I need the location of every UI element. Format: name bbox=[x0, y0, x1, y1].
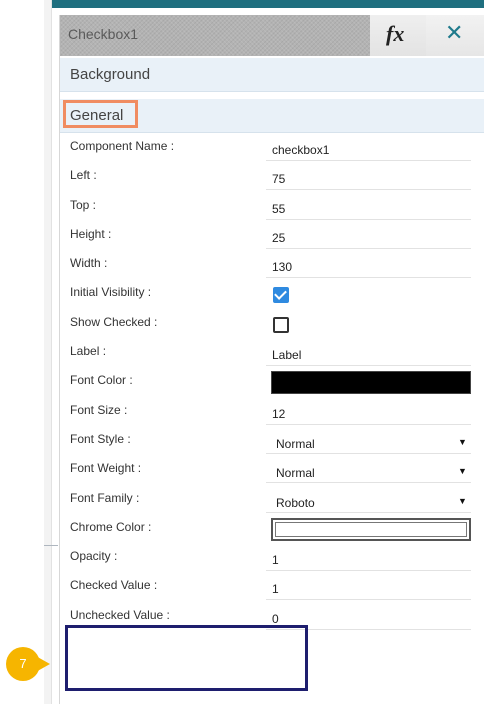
property-label: Opacity : bbox=[70, 549, 118, 564]
input-underline bbox=[266, 482, 471, 484]
close-button[interactable]: ✕ bbox=[426, 15, 484, 56]
panel-title: Checkbox1 bbox=[68, 26, 139, 42]
property-value-input[interactable]: checkbox1 bbox=[272, 143, 329, 157]
property-label: Show Checked : bbox=[70, 314, 158, 329]
host-top-rule bbox=[44, 0, 484, 8]
input-underline bbox=[266, 218, 471, 220]
color-picker-swatch[interactable] bbox=[271, 517, 471, 541]
property-list: Component Name : checkbox1 Left : 75 Top : 55… bbox=[60, 133, 484, 631]
property-row: Width : 130 bbox=[60, 250, 484, 279]
step-badge: 7 bbox=[6, 647, 40, 681]
property-label: Left : bbox=[70, 168, 97, 183]
property-value-input[interactable]: 1 bbox=[272, 553, 279, 567]
property-value-input[interactable]: Label bbox=[272, 348, 301, 362]
property-row: Font Family : Roboto ▼ bbox=[60, 485, 484, 514]
property-value-input[interactable]: 75 bbox=[272, 172, 285, 186]
property-row: Label : Label bbox=[60, 338, 484, 367]
property-label: Font Family : bbox=[70, 490, 140, 505]
property-label: Component Name : bbox=[70, 139, 175, 153]
checked-values-highlight-box bbox=[65, 625, 308, 691]
section-background-label: Background bbox=[70, 66, 151, 83]
fx-button[interactable]: fx bbox=[370, 15, 426, 56]
property-value-input[interactable]: 55 bbox=[272, 202, 285, 216]
property-row: Font Color : bbox=[60, 367, 484, 396]
property-label: Initial Visibility : bbox=[70, 285, 152, 300]
property-label: Font Style : bbox=[70, 431, 131, 446]
fx-icon: fx bbox=[386, 21, 405, 46]
property-row: Left : 75 bbox=[60, 162, 484, 191]
close-icon: ✕ bbox=[445, 20, 464, 45]
property-row: Height : 25 bbox=[60, 221, 484, 250]
chevron-down-icon[interactable]: ▼ bbox=[458, 496, 467, 506]
dropdown-select[interactable]: Roboto bbox=[276, 496, 315, 510]
section-general[interactable]: General bbox=[60, 99, 484, 133]
input-underline bbox=[266, 189, 471, 191]
property-label: Width : bbox=[70, 256, 108, 271]
property-label: Font Color : bbox=[70, 373, 133, 388]
input-underline bbox=[266, 277, 471, 279]
property-label: Height : bbox=[70, 226, 112, 241]
section-background[interactable]: Background bbox=[60, 58, 484, 92]
property-value-input[interactable]: 12 bbox=[272, 407, 285, 421]
property-row: Font Style : Normal ▼ bbox=[60, 426, 484, 455]
host-left-divider bbox=[51, 0, 52, 704]
input-underline bbox=[266, 160, 471, 161]
property-row: Checked Value : 1 bbox=[60, 572, 484, 601]
property-value-input[interactable]: 25 bbox=[272, 231, 285, 245]
host-connector-line bbox=[44, 545, 58, 546]
property-value-input[interactable]: 130 bbox=[272, 260, 292, 274]
property-row: Initial Visibility : bbox=[60, 279, 484, 308]
dropdown-select[interactable]: Normal bbox=[276, 466, 315, 480]
input-underline bbox=[266, 247, 471, 249]
property-label: Unchecked Value : bbox=[70, 607, 170, 622]
dropdown-select[interactable]: Normal bbox=[276, 437, 315, 451]
chevron-down-icon[interactable]: ▼ bbox=[458, 437, 467, 447]
property-label: Chrome Color : bbox=[70, 519, 152, 534]
panel-title-bar: Checkbox1 fx ✕ bbox=[60, 15, 484, 56]
section-general-label: General bbox=[70, 107, 124, 124]
input-underline bbox=[266, 511, 471, 513]
checkbox-unchecked[interactable] bbox=[273, 316, 289, 333]
property-value-input[interactable]: 1 bbox=[272, 582, 279, 596]
color-picker-swatch[interactable] bbox=[271, 371, 471, 395]
input-underline bbox=[266, 365, 471, 367]
input-underline bbox=[266, 599, 471, 601]
property-label: Label : bbox=[70, 344, 107, 359]
input-underline bbox=[266, 570, 471, 572]
chevron-down-icon[interactable]: ▼ bbox=[458, 466, 467, 476]
input-underline bbox=[266, 452, 471, 454]
property-row: Component Name : checkbox1 bbox=[60, 133, 484, 162]
property-row: Show Checked : bbox=[60, 309, 484, 338]
property-label: Checked Value : bbox=[70, 578, 158, 593]
property-label: Top : bbox=[70, 197, 97, 212]
property-row: Font Size : 12 bbox=[60, 397, 484, 426]
property-row: Opacity : 1 bbox=[60, 543, 484, 572]
properties-panel: Checkbox1 fx ✕ Background General Compon… bbox=[59, 15, 484, 704]
checkbox-checked[interactable] bbox=[273, 287, 289, 304]
property-value-input[interactable]: 0 bbox=[272, 612, 279, 626]
property-label: Font Size : bbox=[70, 402, 128, 417]
input-underline bbox=[266, 423, 471, 425]
property-row: Top : 55 bbox=[60, 192, 484, 221]
property-row: Chrome Color : bbox=[60, 514, 484, 543]
property-label: Font Weight : bbox=[70, 461, 142, 476]
property-row: Font Weight : Normal ▼ bbox=[60, 455, 484, 484]
